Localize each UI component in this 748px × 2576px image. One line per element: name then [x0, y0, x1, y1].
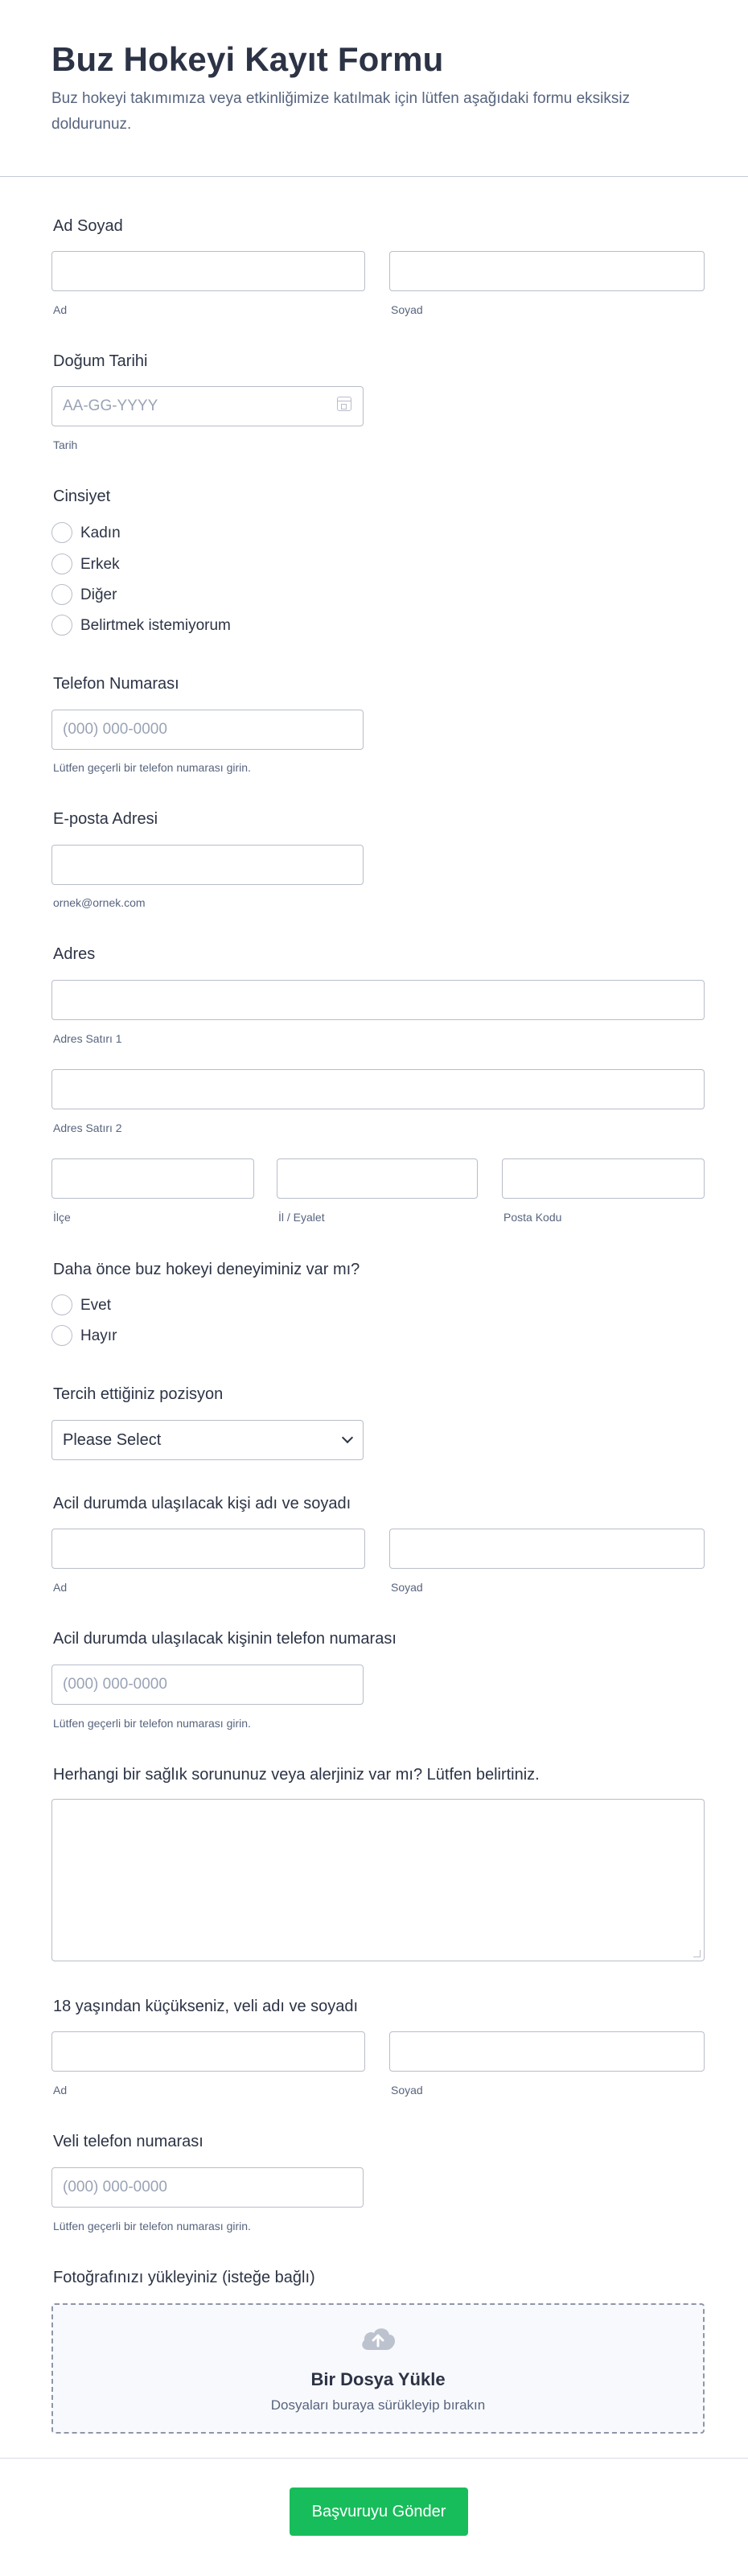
guardian-last-name-sublabel: Soyad: [391, 2084, 423, 2097]
radio-button[interactable]: [51, 1294, 72, 1315]
birth-date-sublabel: Tarih: [53, 438, 78, 451]
position-select[interactable]: Please Select: [51, 1420, 364, 1460]
photo-label: Fotoğrafınızı yükleyiniz (isteğe bağlı): [53, 2269, 315, 2286]
position-select-value: Please Select: [63, 1431, 162, 1449]
form-title: Buz Hokeyi Kayıt Formu: [51, 40, 444, 78]
address-label: Adres: [53, 945, 96, 963]
guardian-name-label: 18 yaşından küçükseniz, veli adı ve soya…: [53, 1998, 359, 2015]
experience-option-no[interactable]: Hayır: [51, 1325, 373, 1348]
emergency-phone-input[interactable]: [51, 1665, 364, 1705]
footer-divider: [0, 2458, 748, 2459]
email-sublabel: ornek@ornek.com: [53, 896, 146, 909]
province-input[interactable]: [277, 1158, 478, 1199]
guardian-first-name-sublabel: Ad: [53, 2084, 68, 2097]
chevron-down-icon: [341, 1431, 354, 1444]
radio-button[interactable]: [51, 584, 72, 605]
radio-button[interactable]: [51, 1325, 72, 1346]
phone-sublabel: Lütfen geçerli bir telefon numarası giri…: [53, 761, 251, 774]
first-name-sublabel: Ad: [53, 303, 68, 316]
gender-label: Cinsiyet: [53, 488, 111, 505]
guardian-phone-sublabel: Lütfen geçerli bir telefon numarası giri…: [53, 2220, 251, 2232]
district-sublabel: İlçe: [53, 1211, 71, 1224]
radio-label: Hayır: [80, 1327, 117, 1344]
full-name-label: Ad Soyad: [53, 217, 123, 235]
form-header: Buz Hokeyi Kayıt Formu Buz hokeyi takımı…: [0, 0, 748, 177]
radio-label: Belirtmek istemiyorum: [80, 617, 231, 634]
cloud-upload-icon: [362, 2328, 396, 2350]
district-input[interactable]: [51, 1158, 254, 1199]
health-label: Herhangi bir sağlık sorununuz veya alerj…: [53, 1766, 540, 1784]
radio-label: Evet: [80, 1297, 112, 1314]
gender-option-other[interactable]: Diğer: [51, 584, 373, 607]
postal-code-input[interactable]: [502, 1158, 705, 1199]
birth-date-input[interactable]: [51, 386, 364, 426]
guardian-phone-label: Veli telefon numarası: [53, 2133, 203, 2150]
emergency-name-label: Acil durumda ulaşılacak kişi adı ve soya…: [53, 1495, 351, 1512]
radio-label: Erkek: [80, 556, 120, 573]
resize-handle-icon[interactable]: [693, 1950, 701, 1957]
address-line2-sublabel: Adres Satırı 2: [53, 1121, 122, 1134]
phone-label: Telefon Numarası: [53, 675, 179, 693]
email-input[interactable]: [51, 845, 364, 885]
address-line1-sublabel: Adres Satırı 1: [53, 1032, 122, 1045]
emergency-last-name-input[interactable]: [389, 1529, 705, 1569]
file-upload-dropzone[interactable]: Bir Dosya Yükle Dosyaları buraya sürükle…: [51, 2303, 705, 2434]
experience-option-yes[interactable]: Evet: [51, 1294, 373, 1317]
emergency-first-name-sublabel: Ad: [53, 1581, 68, 1594]
postal-code-sublabel: Posta Kodu: [503, 1211, 562, 1224]
health-textarea[interactable]: [51, 1799, 705, 1961]
upload-hint: Dosyaları buraya sürükleyip bırakın: [270, 2397, 486, 2413]
emergency-phone-sublabel: Lütfen geçerli bir telefon numarası giri…: [53, 1717, 251, 1730]
province-sublabel: İl / Eyalet: [278, 1211, 325, 1224]
gender-option-male[interactable]: Erkek: [51, 553, 373, 576]
address-line1-input[interactable]: [51, 980, 705, 1020]
phone-input[interactable]: [51, 710, 364, 750]
emergency-phone-label: Acil durumda ulaşılacak kişinin telefon …: [53, 1630, 397, 1648]
radio-label: Diğer: [80, 586, 117, 603]
calendar-icon[interactable]: [337, 397, 351, 411]
emergency-first-name-input[interactable]: [51, 1529, 365, 1569]
upload-title: Bir Dosya Yükle: [310, 2369, 446, 2389]
last-name-input[interactable]: [389, 251, 705, 291]
guardian-first-name-input[interactable]: [51, 2031, 365, 2072]
first-name-input[interactable]: [51, 251, 365, 291]
guardian-last-name-input[interactable]: [389, 2031, 705, 2072]
gender-option-female[interactable]: Kadın: [51, 522, 373, 545]
submit-button[interactable]: Başvuruyu Gönder: [290, 2488, 468, 2536]
radio-button[interactable]: [51, 615, 72, 636]
address-line2-input[interactable]: [51, 1069, 705, 1109]
experience-label: Daha önce buz hokeyi deneyiminiz var mı?: [53, 1261, 360, 1278]
birth-date-label: Doğum Tarihi: [53, 352, 148, 370]
form-description: Buz hokeyi takımımıza veya etkinliğimize…: [51, 90, 631, 133]
guardian-phone-input[interactable]: [51, 2167, 364, 2208]
last-name-sublabel: Soyad: [391, 303, 423, 316]
gender-option-prefer-not[interactable]: Belirtmek istemiyorum: [51, 615, 373, 637]
email-label: E-posta Adresi: [53, 810, 158, 828]
radio-button[interactable]: [51, 522, 72, 543]
radio-label: Kadın: [80, 525, 121, 541]
emergency-last-name-sublabel: Soyad: [391, 1581, 423, 1594]
position-label: Tercih ettiğiniz pozisyon: [53, 1385, 224, 1403]
radio-button[interactable]: [51, 553, 72, 574]
